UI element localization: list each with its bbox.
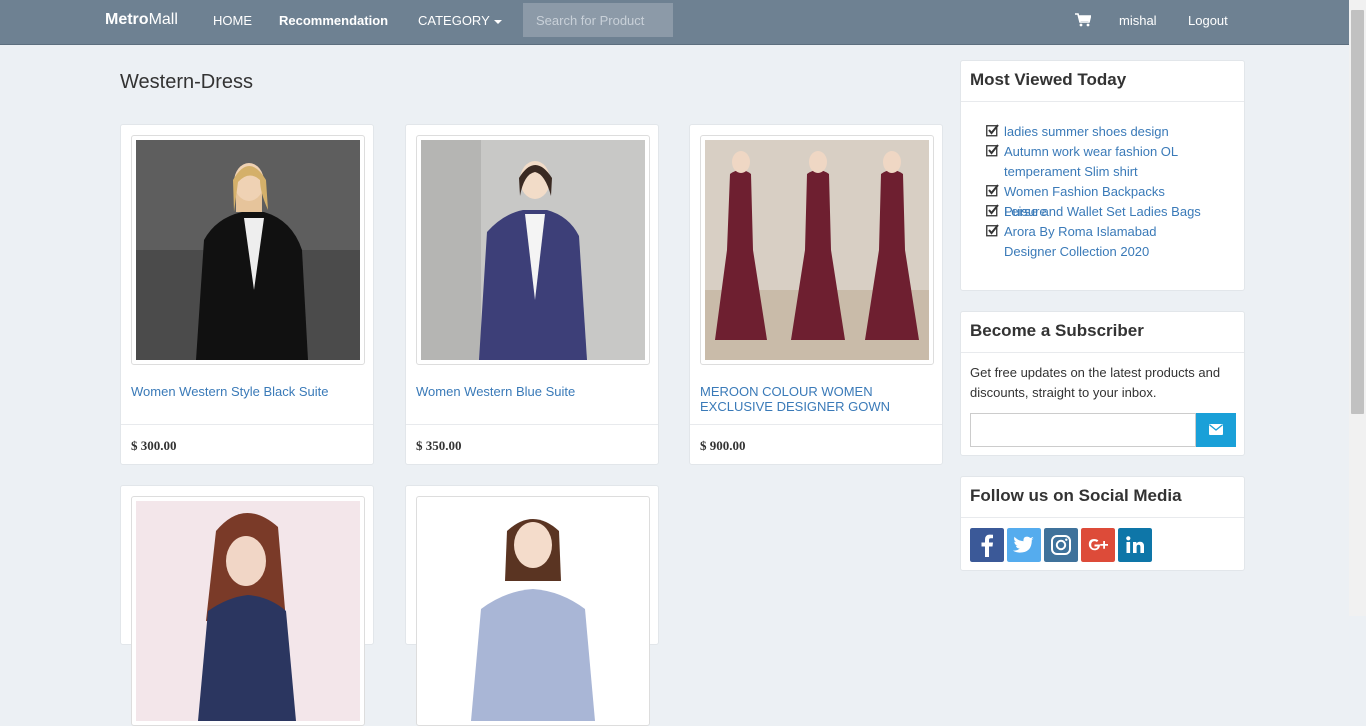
subscriber-title: Become a Subscriber — [970, 321, 1144, 340]
product-title[interactable]: Women Western Style Black Suite — [131, 384, 363, 399]
page-title: Western-Dress — [120, 71, 253, 93]
product-image — [136, 140, 360, 360]
checkbox-checked-icon — [986, 124, 999, 137]
product-thumbnail[interactable] — [416, 135, 650, 365]
most-viewed-link[interactable]: Autumn work wear fashion OL temperament … — [1004, 142, 1204, 182]
product-card: Women Western Blue Suite $ 350.00 — [405, 124, 659, 465]
product-price: $ 350.00 — [416, 438, 462, 453]
card-divider — [690, 424, 942, 425]
checkbox-checked-icon — [986, 204, 999, 217]
linkedin-icon[interactable] — [1118, 528, 1152, 562]
most-viewed-link[interactable]: Purse and Wallet Set Ladies Bags — [1004, 202, 1204, 222]
subscribe-email-input[interactable] — [970, 413, 1196, 447]
product-image — [421, 140, 645, 360]
nav-category-label: CATEGORY — [418, 13, 490, 28]
twitter-icon[interactable] — [1007, 528, 1041, 562]
google-plus-icon[interactable] — [1081, 528, 1115, 562]
product-thumbnail[interactable] — [700, 135, 934, 365]
product-card — [120, 485, 374, 726]
instagram-icon[interactable] — [1044, 528, 1078, 562]
nav-recommendation[interactable]: Recommendation — [279, 13, 388, 28]
card-divider — [406, 424, 658, 425]
panel-divider — [961, 352, 1244, 353]
product-thumbnail[interactable] — [131, 135, 365, 365]
facebook-icon[interactable] — [970, 528, 1004, 562]
product-price: $ 300.00 — [131, 438, 177, 453]
product-price: $ 900.00 — [700, 438, 746, 453]
product-thumbnail[interactable] — [416, 496, 650, 726]
checkbox-checked-icon — [986, 224, 999, 237]
product-card — [405, 485, 659, 726]
subscribe-button[interactable] — [1196, 413, 1236, 447]
social-panel: Follow us on Social Media — [960, 476, 1245, 571]
top-navbar: MetroMall HOME Recommendation CATEGORY m… — [0, 0, 1366, 45]
product-title[interactable]: Women Western Blue Suite — [416, 384, 648, 399]
most-viewed-panel: Most Viewed Today ladies summer shoes de… — [960, 60, 1245, 291]
nav-category-dropdown[interactable]: CATEGORY — [418, 13, 502, 28]
card-divider — [121, 424, 373, 425]
product-thumbnail[interactable] — [131, 496, 365, 726]
panel-divider — [961, 101, 1244, 102]
chevron-down-icon — [493, 19, 502, 24]
product-image — [705, 140, 929, 360]
most-viewed-title: Most Viewed Today — [970, 70, 1127, 89]
social-title: Follow us on Social Media — [970, 486, 1182, 505]
nav-logout[interactable]: Logout — [1188, 13, 1228, 28]
scrollbar-thumb[interactable] — [1351, 10, 1364, 414]
nav-home[interactable]: HOME — [213, 13, 252, 28]
nav-user[interactable]: mishal — [1119, 13, 1157, 28]
shopping-cart-icon[interactable] — [1075, 13, 1091, 27]
checkbox-checked-icon — [986, 144, 999, 157]
page-scrollbar[interactable] — [1349, 0, 1366, 616]
brand-logo[interactable]: MetroMall — [105, 11, 178, 29]
product-image — [136, 501, 360, 721]
product-card: Women Western Style Black Suite $ 300.00 — [120, 124, 374, 465]
checkbox-checked-icon — [986, 184, 999, 197]
subscriber-panel: Become a Subscriber Get free updates on … — [960, 311, 1245, 456]
product-title[interactable]: MEROON COLOUR WOMEN EXCLUSIVE DESIGNER G… — [700, 384, 932, 414]
product-card: MEROON COLOUR WOMEN EXCLUSIVE DESIGNER G… — [689, 124, 943, 465]
envelope-icon — [1209, 423, 1223, 435]
search-input[interactable] — [523, 3, 673, 37]
most-viewed-link[interactable]: Arora By Roma Islamabad Designer Collect… — [1004, 222, 1204, 262]
panel-divider — [961, 517, 1244, 518]
product-image — [421, 501, 645, 721]
most-viewed-link[interactable]: ladies summer shoes design — [1004, 122, 1204, 142]
subscriber-description: Get free updates on the latest products … — [970, 365, 1221, 400]
